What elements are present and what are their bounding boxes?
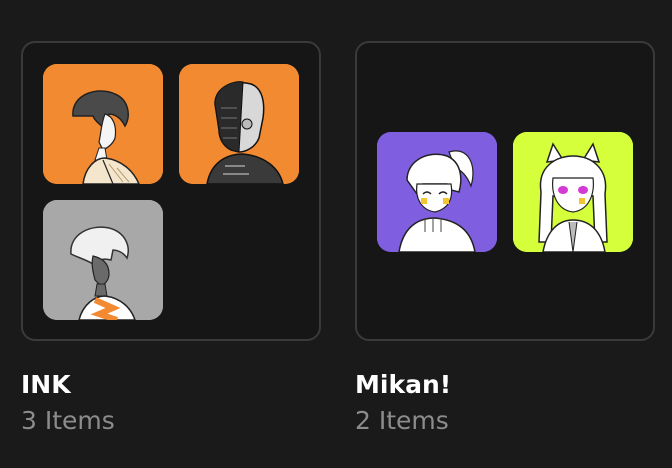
anime-cat-ears-girl-icon [513,132,633,252]
thumbnail-2[interactable] [513,132,633,252]
collection-item-count: 3 Items [21,406,115,435]
collections-grid: INK 3 Items Mikan! 2 Items [0,0,672,468]
thumbnail-1[interactable] [377,132,497,252]
thumbnail-3[interactable] [43,200,163,320]
collection-ink[interactable]: INK 3 Items [21,41,321,436]
thumbnail-1[interactable] [43,64,163,184]
collection-card[interactable] [21,41,321,341]
profile-short-hair-woman-icon [43,200,163,320]
thumbnail-2[interactable] [179,64,299,184]
anime-ponytail-girl-icon [377,132,497,252]
collection-title[interactable]: INK [21,370,321,400]
profile-cyborg-man-icon [179,64,299,184]
collection-mikan[interactable]: Mikan! 2 Items [355,41,655,436]
collection-card[interactable] [355,41,655,341]
profile-woman-kimono-icon [43,64,163,184]
collection-title[interactable]: Mikan! [355,370,655,400]
collection-item-count: 2 Items [355,406,449,435]
